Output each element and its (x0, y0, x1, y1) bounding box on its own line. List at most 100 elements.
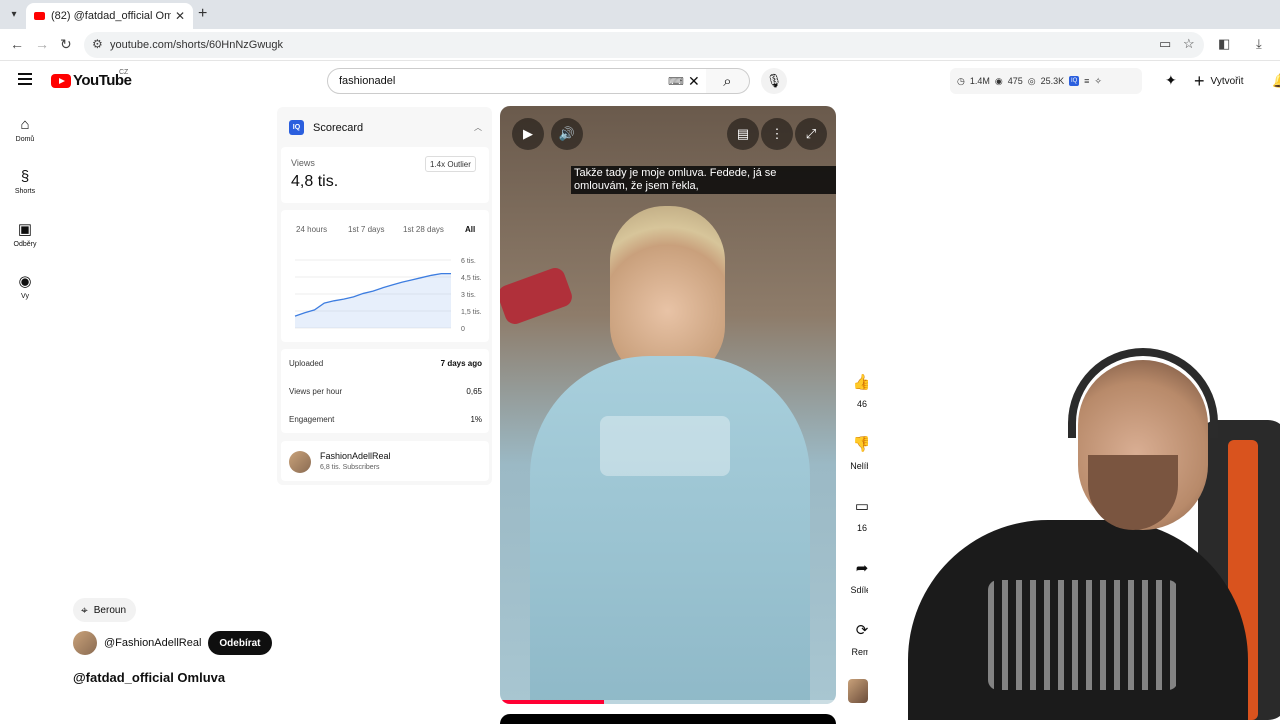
video-title: @fatdad_official Omluva (73, 670, 226, 685)
list-icon[interactable]: ≡ (1084, 76, 1089, 86)
uploaded-label: Uploaded (289, 359, 324, 368)
uploaded-row: Uploaded 7 days ago (289, 359, 482, 368)
vidiq-logo-icon[interactable]: IQ (1069, 76, 1080, 86)
chart-y-tick-label: 1,5 tis. (461, 309, 482, 316)
address-bar[interactable]: ⚙ youtube.com/shorts/60HnNzGwugk (84, 32, 1204, 58)
site-settings-icon[interactable]: ⚙ (92, 37, 103, 51)
subscribe-button[interactable]: Odebírat (208, 631, 272, 655)
back-arrow-icon[interactable]: ← (10, 36, 24, 52)
tab-first-7-days[interactable]: 1st 7 days (348, 225, 384, 234)
channel-avatar[interactable] (73, 631, 97, 655)
video-progress-bar[interactable] (500, 700, 836, 704)
plus-icon: + (1194, 71, 1205, 91)
video-frame-print (600, 416, 730, 476)
volume-icon: 🔊 (558, 126, 576, 141)
nav-item-subscriptions[interactable]: ▣ Odběry (0, 220, 50, 248)
channel-row: @FashionAdellReal Odebírat (73, 631, 272, 655)
stat-views: 1.4M (969, 76, 990, 86)
chart-y-tick-label: 4,5 tis. (461, 275, 482, 282)
tab-first-28-days[interactable]: 1st 28 days (403, 225, 444, 234)
nav-item-shorts[interactable]: § Shorts (0, 168, 50, 195)
search-input[interactable]: fashionadel ⌨ ✕ (327, 68, 707, 94)
create-button[interactable]: + Vytvořit (1188, 68, 1260, 94)
search-value: fashionadel (339, 75, 396, 87)
headset (1068, 348, 1218, 438)
views-per-hour-row: Views per hour 0,65 (289, 387, 482, 396)
voice-search-button[interactable]: 🎙 (761, 68, 787, 94)
account-icon: ◉ (18, 273, 32, 290)
vidiq-stats-bar[interactable]: ◷ 1.4M ◉ 475 ◎ 25.3K IQ ≡ ✧ (950, 68, 1142, 94)
region-code: CZ (119, 69, 129, 76)
location-chip[interactable]: ⌖ Beroun (73, 598, 137, 622)
youtube-play-logo-icon (51, 73, 71, 88)
forward-arrow-icon[interactable]: → (35, 36, 49, 52)
views-label: Views (291, 158, 315, 168)
time-range-tabs: 24 hours 1st 7 days 1st 28 days All (281, 225, 489, 239)
nav-item-you[interactable]: ◉ Vy (0, 272, 50, 300)
vph-value: 0,65 (466, 387, 482, 396)
youtube-logo[interactable]: YouTube CZ (51, 69, 132, 89)
youtube-favicon-icon (34, 12, 45, 20)
boost-icon[interactable]: ✧ (1094, 76, 1102, 87)
stat-subs: 25.3K (1040, 76, 1065, 86)
collapse-chevron-icon[interactable]: ︿ (474, 122, 482, 133)
download-icon[interactable]: ⤓ (1256, 36, 1262, 52)
search-icon: ⌕ (723, 72, 732, 90)
tab-all[interactable]: All (465, 225, 475, 234)
cast-icon[interactable]: ▭ (1159, 36, 1171, 52)
keyboard-icon[interactable]: ⌨ (668, 75, 684, 88)
outlier-badge: 1.4x Outlier (425, 156, 476, 172)
volume-button[interactable]: 🔊 (551, 118, 583, 150)
shorts-video-player[interactable]: ▶ 🔊 ▤ ⋮ ⤢ Takže tady je moje omluva. Fed… (500, 106, 836, 704)
captions-button[interactable]: ▤ (727, 118, 759, 150)
youtube-header: YouTube CZ fashionadel ⌨ ✕ ⌕ 🎙 ◷ 1.4M ◉ … (0, 61, 1280, 101)
eye-icon: ◉ (994, 75, 1003, 86)
reload-icon[interactable]: ↻ (60, 36, 72, 53)
search-button[interactable]: ⌕ (706, 68, 750, 94)
gemini-spark-icon[interactable]: ✦ (1165, 72, 1177, 89)
webcam-shirt-print (988, 580, 1178, 690)
video-frame-hoodie (530, 356, 810, 704)
url-text: youtube.com/shorts/60HnNzGwugk (110, 39, 284, 51)
channel-card[interactable]: FashionAdellReal 6,8 tis. Subscribers (281, 441, 489, 481)
menu-hamburger-icon[interactable] (18, 73, 32, 85)
play-icon: ▶ (523, 126, 533, 141)
video-progress-fill (500, 700, 605, 704)
engagement-label: Engagement (289, 415, 335, 424)
chart-y-tick-label: 6 tis. (461, 258, 476, 265)
stats-card: Uploaded 7 days ago Views per hour 0,65 … (281, 349, 489, 433)
channel-handle[interactable]: @FashionAdellReal (104, 637, 201, 649)
channel-avatar (289, 451, 311, 473)
chart-area-fill (295, 273, 451, 328)
tab-search-chevron-icon[interactable]: ▾ (6, 6, 22, 22)
captions-icon: ▤ (736, 126, 750, 141)
vidiq-logo-icon: IQ (289, 120, 304, 135)
play-button[interactable]: ▶ (512, 118, 544, 150)
notifications-bell-icon[interactable]: 🔔 (1272, 72, 1280, 89)
webcam-overlay (868, 340, 1280, 720)
extensions-icon[interactable]: ◧ (1218, 36, 1230, 52)
tab-24-hours[interactable]: 24 hours (296, 225, 327, 234)
scorecard-header: IQ Scorecard (289, 120, 363, 135)
scorecard-title: Scorecard (313, 121, 364, 134)
browser-tab-active[interactable]: (82) @fatdad_official Omluva - ✕ (26, 3, 193, 29)
new-tab-icon[interactable]: + (198, 5, 207, 23)
fullscreen-button[interactable]: ⤢ (795, 118, 827, 150)
nav-label-shorts: Shorts (14, 188, 36, 195)
clear-search-icon[interactable]: ✕ (688, 73, 700, 90)
bookmark-star-icon[interactable]: ☆ (1183, 36, 1195, 52)
close-tab-icon[interactable]: ✕ (175, 9, 185, 23)
views-value: 4,8 tis. (291, 173, 339, 190)
more-vertical-icon: ⋮ (770, 126, 784, 141)
chart-y-tick-label: 3 tis. (461, 292, 476, 299)
location-text: Beroun (93, 604, 127, 616)
views-card: Views 4,8 tis. 1.4x Outlier (281, 147, 489, 203)
next-short-preview[interactable] (500, 714, 836, 724)
sound-thumbnail[interactable] (848, 679, 868, 703)
clock-icon: ◷ (957, 75, 965, 86)
shorts-icon: § (20, 168, 30, 185)
channel-name: FashionAdellReal (320, 451, 391, 461)
more-options-button[interactable]: ⋮ (761, 118, 793, 150)
users-icon: ◎ (1027, 75, 1036, 86)
nav-item-home[interactable]: ⌂ Domů (0, 116, 50, 143)
